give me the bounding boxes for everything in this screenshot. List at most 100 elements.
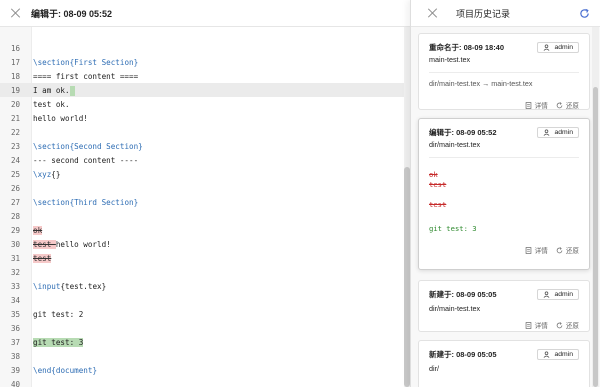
code-line[interactable]: 34 bbox=[0, 293, 404, 307]
code-line[interactable]: 16 bbox=[0, 41, 404, 55]
card-file: dir/ bbox=[429, 364, 439, 373]
restore-button[interactable]: 还原 bbox=[556, 320, 579, 330]
code-line[interactable]: 17 \section{First Section} bbox=[0, 55, 404, 69]
line-content bbox=[32, 127, 33, 138]
diff-added-line: git test: 3 bbox=[429, 224, 477, 233]
code-text: {Second Section} bbox=[69, 141, 143, 151]
code-text: {Third Section} bbox=[69, 197, 139, 207]
user-badge: admin bbox=[537, 127, 579, 138]
history-card[interactable]: 重命名于: 08-09 18:40 admin main-test.tex di… bbox=[418, 33, 590, 110]
line-number: 29 bbox=[11, 225, 21, 235]
code-line[interactable]: 25 \xyz{} bbox=[0, 167, 404, 181]
detail-button[interactable]: 详情 bbox=[525, 320, 548, 330]
line-content: test hello world! bbox=[32, 239, 111, 250]
code-text: git test: 2 bbox=[33, 309, 84, 319]
code-line[interactable]: 19 I am ok. bbox=[0, 83, 404, 97]
history-scrollbar[interactable] bbox=[592, 27, 599, 387]
line-content: \section{First Section} bbox=[32, 57, 138, 68]
code-line[interactable]: 24 --- second content ---- bbox=[0, 153, 404, 167]
detail-button[interactable]: 详情 bbox=[525, 245, 548, 255]
latex-command: \section bbox=[33, 57, 70, 67]
line-content bbox=[32, 323, 33, 334]
code-line[interactable]: 36 bbox=[0, 321, 404, 335]
line-number: 32 bbox=[11, 267, 21, 277]
detail-label: 详情 bbox=[534, 248, 548, 255]
close-icon[interactable] bbox=[11, 8, 21, 18]
code-line[interactable]: 39 \end{document} bbox=[0, 363, 404, 377]
code-line[interactable]: 26 bbox=[0, 181, 404, 195]
line-number: 17 bbox=[11, 57, 21, 67]
code-line[interactable]: 40 bbox=[0, 377, 404, 387]
divider bbox=[429, 72, 579, 73]
code-line[interactable]: 37 git test: 3 bbox=[0, 335, 404, 349]
code-line[interactable]: 22 bbox=[0, 125, 404, 139]
code-line[interactable]: 27 \section{Third Section} bbox=[0, 195, 404, 209]
history-card[interactable]: 新建于: 08-09 05:05 admin dir/main-test.tex… bbox=[418, 280, 590, 332]
code-line[interactable]: 30 test hello world! bbox=[0, 237, 404, 251]
line-number: 22 bbox=[11, 127, 21, 137]
history-scrollbar-thumb[interactable] bbox=[593, 87, 598, 387]
code-text: test ok. bbox=[33, 99, 70, 109]
line-number: 31 bbox=[11, 253, 21, 263]
code-text: {test.tex} bbox=[60, 281, 107, 291]
line-content bbox=[32, 267, 33, 278]
code-text: {} bbox=[51, 169, 61, 179]
card-file: dir/main-test.tex bbox=[429, 304, 481, 313]
code-line[interactable]: 21 hello world! bbox=[0, 111, 404, 125]
code-line[interactable]: 18 ==== first content ==== bbox=[0, 69, 404, 83]
line-number: 16 bbox=[11, 43, 21, 53]
detail-label: 详情 bbox=[534, 103, 548, 110]
line-number: 38 bbox=[11, 351, 21, 361]
code-line[interactable]: 23 \section{Second Section} bbox=[0, 139, 404, 153]
code-text: I am ok. bbox=[33, 85, 70, 95]
code-text: hello world! bbox=[33, 113, 88, 123]
added-text: git test: 3 bbox=[33, 337, 84, 347]
deleted-text: ok bbox=[33, 225, 43, 235]
latex-command: \section bbox=[33, 197, 70, 207]
code-line[interactable]: 31 test bbox=[0, 251, 404, 265]
detail-label: 详情 bbox=[534, 323, 548, 330]
line-content: \section{Second Section} bbox=[32, 141, 143, 152]
code-line[interactable]: 38 bbox=[0, 349, 404, 363]
restore-icon bbox=[556, 101, 563, 108]
history-card-active[interactable]: 编辑于: 08-09 05:52 admin dir/main-test.tex… bbox=[418, 118, 590, 270]
code-line[interactable]: 29 ok bbox=[0, 223, 404, 237]
diff-deleted-line bbox=[429, 190, 579, 200]
line-content bbox=[32, 295, 33, 306]
user-icon bbox=[544, 129, 550, 136]
line-number: 21 bbox=[11, 113, 21, 123]
line-content: ==== first content ==== bbox=[32, 71, 138, 82]
code-area[interactable]: 16 17 \section{First Section} 18 ==== first … bbox=[0, 27, 410, 387]
history-card[interactable]: 新建于: 08-09 05:05 admin dir/ bbox=[418, 340, 590, 387]
line-number: 36 bbox=[11, 323, 21, 333]
card-file: dir/main-test.tex bbox=[429, 140, 481, 149]
code-line[interactable]: 28 bbox=[0, 209, 404, 223]
restore-label: 还原 bbox=[565, 103, 579, 110]
code-line[interactable]: 32 bbox=[0, 265, 404, 279]
latex-command: \section bbox=[33, 141, 70, 151]
line-number: 28 bbox=[11, 211, 21, 221]
line-number: 30 bbox=[11, 239, 21, 249]
code-text: {First Section} bbox=[69, 57, 139, 67]
restore-button[interactable]: 还原 bbox=[556, 100, 579, 110]
editor-pane: 编辑于: 08-09 05:52 16 17 \section{First Sect… bbox=[0, 0, 410, 387]
card-date: 新建于: 08-09 05:05 bbox=[429, 350, 497, 359]
user-name: admin bbox=[554, 44, 573, 51]
line-content: ok bbox=[32, 225, 43, 236]
line-content: test bbox=[32, 253, 52, 264]
history-title: 项目历史记录 bbox=[456, 8, 511, 19]
line-content: test ok. bbox=[32, 99, 70, 110]
code-text: hello world! bbox=[55, 239, 111, 249]
refresh-icon[interactable] bbox=[579, 8, 590, 19]
line-content: git test: 3 bbox=[32, 337, 84, 348]
rename-path: dir/main-test.tex → main-test.tex bbox=[429, 79, 533, 88]
restore-button[interactable]: 还原 bbox=[556, 245, 579, 255]
line-number: 26 bbox=[11, 183, 21, 193]
detail-button[interactable]: 详情 bbox=[525, 100, 548, 110]
line-number: 37 bbox=[11, 337, 21, 347]
code-line[interactable]: 33 \input{test.tex} bbox=[0, 279, 404, 293]
code-line[interactable]: 20 test ok. bbox=[0, 97, 404, 111]
code-line[interactable]: 35 git test: 2 bbox=[0, 307, 404, 321]
line-number: 18 bbox=[11, 71, 21, 81]
close-icon[interactable] bbox=[428, 8, 438, 18]
